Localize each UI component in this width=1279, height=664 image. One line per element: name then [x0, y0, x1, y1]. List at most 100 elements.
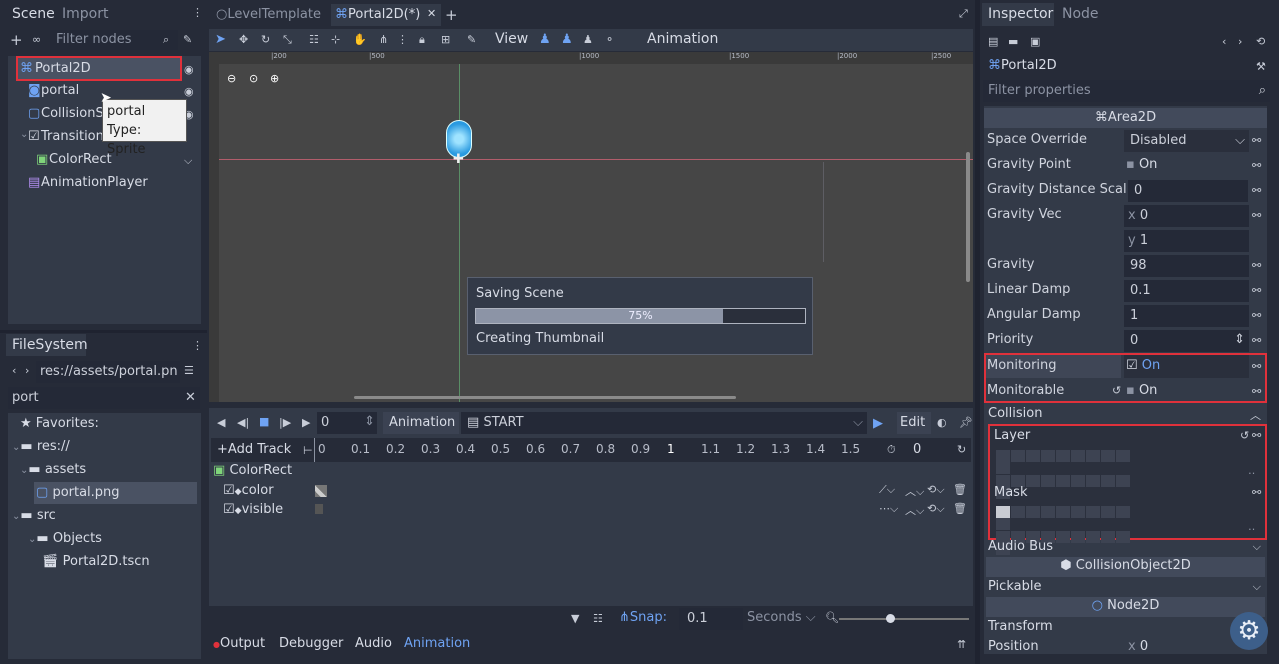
- keyframe-icon[interactable]: ⚯: [1252, 134, 1261, 147]
- track-color[interactable]: ☑◆color ⟋⌵ ︿⌵ ⟲⌵ 🗑︎: [223, 483, 967, 501]
- interpolation-icon[interactable]: ⟋⌵: [879, 483, 895, 497]
- tab-filesystem[interactable]: FileSystem: [6, 334, 88, 356]
- new-resource-icon[interactable]: ▤: [988, 35, 998, 48]
- keyframe-icon[interactable]: ⚯: [1252, 209, 1261, 222]
- position-x-input[interactable]: x 0: [1128, 639, 1148, 654]
- add-tab-icon[interactable]: +: [445, 6, 458, 24]
- pin-icon[interactable]: 📌︎: [959, 416, 973, 429]
- section-transform[interactable]: Transform: [984, 618, 1267, 636]
- delete-icon[interactable]: 🗑︎: [953, 483, 967, 496]
- src-folder[interactable]: ⌄▬ src: [12, 508, 56, 523]
- gravity-point-checkbox[interactable]: ▪ On: [1126, 157, 1157, 172]
- add-node-icon[interactable]: +: [10, 31, 23, 49]
- onion-skin-icon[interactable]: ◐: [937, 416, 947, 429]
- more-layers-icon[interactable]: ‥: [1248, 520, 1255, 533]
- list-icon[interactable]: ☷: [593, 612, 603, 625]
- path-field[interactable]: res://assets/portal.pn: [36, 361, 180, 383]
- favorites-item[interactable]: ★ Favorites:: [20, 416, 99, 431]
- select-tool-icon[interactable]: ➤: [215, 32, 226, 47]
- rotate-tool-icon[interactable]: ↻: [261, 33, 270, 46]
- list-view-icon[interactable]: ☰: [184, 364, 194, 377]
- checkbox-icon[interactable]: ☑: [223, 483, 235, 498]
- view-menu[interactable]: View: [495, 31, 528, 47]
- animation-button[interactable]: Animation: [383, 412, 459, 434]
- pin-panel-icon[interactable]: ⇈: [957, 638, 966, 651]
- monitoring-checkbox[interactable]: ☑ On: [1124, 355, 1249, 378]
- stop-icon[interactable]: ■: [259, 415, 269, 428]
- objects-folder[interactable]: ⌄▬ Objects: [28, 531, 102, 546]
- keyframe-icon[interactable]: ⚯: [1252, 429, 1261, 442]
- play-icon[interactable]: |▶: [279, 416, 291, 429]
- visibility-icon[interactable]: ◉: [184, 85, 194, 98]
- loop-wrap-icon[interactable]: ⟲⌵: [927, 483, 945, 497]
- mask-grid[interactable]: [996, 506, 1138, 555]
- assets-folder[interactable]: ⌄▬ assets: [20, 462, 86, 477]
- zoom-reset-icon[interactable]: ⊙: [249, 72, 258, 85]
- history-icon[interactable]: ⟲: [1256, 35, 1265, 48]
- file-portal-png[interactable]: ▢ portal.png: [34, 482, 197, 504]
- fullscreen-icon[interactable]: ⤢: [959, 7, 968, 21]
- checkbox-icon[interactable]: ☑: [223, 502, 235, 517]
- key-insert-icon[interactable]: ♟: [539, 32, 551, 47]
- tab-debugger[interactable]: Debugger: [279, 636, 343, 651]
- filter-icon[interactable]: ▼: [571, 612, 579, 625]
- save-icon[interactable]: ▣: [1030, 35, 1040, 48]
- keyframe-icon[interactable]: ⚯: [1252, 184, 1261, 197]
- filter-nodes-input[interactable]: Filter nodes: [50, 30, 178, 50]
- gravity-vec-y-input[interactable]: y 1: [1124, 230, 1249, 252]
- filter-properties-input[interactable]: Filter properties ⌕: [983, 80, 1270, 102]
- keyframe-icon[interactable]: ⚯: [1252, 159, 1261, 172]
- angular-damp-input[interactable]: 1: [1124, 305, 1249, 327]
- keyframe-color[interactable]: [315, 485, 327, 497]
- tab-inspector[interactable]: Inspector: [982, 3, 1054, 26]
- playhead[interactable]: [314, 438, 315, 462]
- back-icon[interactable]: ‹: [1222, 35, 1226, 48]
- keyframe-icon[interactable]: ⚯: [1252, 334, 1261, 347]
- script-icon[interactable]: ✎: [183, 33, 192, 46]
- animation-menu[interactable]: Animation: [647, 31, 718, 47]
- visibility-icon[interactable]: ◉: [184, 63, 194, 76]
- close-icon[interactable]: ✕: [427, 7, 436, 20]
- key-auto-icon[interactable]: ⚬: [605, 33, 614, 46]
- layer-grid[interactable]: [996, 450, 1138, 499]
- pan-tool-icon[interactable]: ✋: [353, 33, 367, 46]
- revert-icon[interactable]: ↺: [1240, 429, 1249, 442]
- forward-icon[interactable]: ›: [25, 364, 29, 377]
- revert-icon[interactable]: ↺: [1112, 384, 1121, 397]
- section-pickable[interactable]: Pickable ⌵: [984, 578, 1267, 596]
- chevron-down-icon[interactable]: ⌵: [184, 154, 192, 168]
- zoom-out-icon[interactable]: ⊖: [227, 72, 236, 85]
- zoom-slider[interactable]: [839, 618, 969, 620]
- gravity-input[interactable]: 98: [1124, 255, 1249, 277]
- keyframe-icon[interactable]: ⚯: [1252, 284, 1261, 297]
- linear-damp-input[interactable]: 0.1: [1124, 280, 1249, 302]
- play-backwards-icon[interactable]: ◀|: [237, 416, 249, 429]
- section-audio-bus[interactable]: Audio Bus ⌵: [984, 538, 1267, 556]
- group-icon[interactable]: ⊞: [441, 33, 450, 46]
- update-mode-icon[interactable]: ︿⌵: [905, 502, 924, 518]
- track-group-colorrect[interactable]: ▣ ColorRect: [213, 463, 292, 478]
- more-layers-icon[interactable]: ‥: [1248, 464, 1255, 477]
- bone-icon[interactable]: ✎: [467, 33, 476, 46]
- file-search-input[interactable]: port: [8, 387, 200, 409]
- loop-icon[interactable]: ↻: [957, 443, 966, 456]
- spin-arrows-icon[interactable]: ⇕: [364, 414, 375, 429]
- loop-wrap-icon[interactable]: ⟲⌵: [927, 502, 945, 516]
- move-tool-icon[interactable]: ✥: [239, 33, 248, 46]
- lock-icon[interactable]: 🔒︎: [419, 33, 425, 47]
- file-portal2d-tscn[interactable]: 🎬︎ Portal2D.tscn: [42, 554, 150, 569]
- animation-select[interactable]: ▤ START ⌵: [461, 412, 867, 434]
- tab-scene[interactable]: Scene: [12, 6, 55, 22]
- gravity-distance-input[interactable]: 0: [1128, 180, 1248, 202]
- update-mode-icon[interactable]: ︿⌵: [905, 483, 924, 499]
- play-from-start-icon[interactable]: ▶: [302, 416, 310, 429]
- tab-portal2d[interactable]: ⌘Portal2D(*) ✕: [331, 4, 441, 26]
- space-override-select[interactable]: Disabled ⌵: [1124, 130, 1249, 152]
- key-scale-icon[interactable]: ♟: [583, 33, 593, 46]
- zoom-in-icon[interactable]: ⊕: [270, 72, 279, 85]
- tree-item-portal2d[interactable]: ⌘ Portal2D: [16, 56, 182, 81]
- frame-input[interactable]: 0 ⇕: [317, 412, 377, 434]
- keyframe-icon[interactable]: ⚯: [1252, 486, 1261, 499]
- menu-icon[interactable]: ⋮: [192, 339, 203, 352]
- scale-tool-icon[interactable]: ⤡: [283, 33, 292, 47]
